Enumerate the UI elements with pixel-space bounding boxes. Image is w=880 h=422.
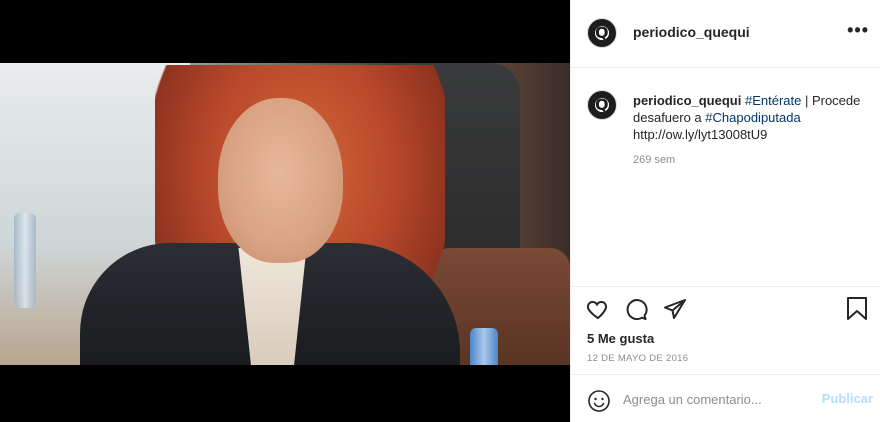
bookmark-icon[interactable] [846, 297, 868, 321]
post-caption: periodico_quequi #Entérate | Procede des… [571, 68, 880, 286]
post-date: 12 DE MAYO DE 2016 [587, 353, 689, 364]
more-options-icon[interactable]: ••• [847, 20, 869, 41]
profile-avatar[interactable] [587, 18, 617, 48]
caption-link[interactable]: http://ow.ly/lyt13008tU9 [633, 127, 767, 142]
publish-button[interactable]: Publicar [822, 391, 873, 406]
caption-username[interactable]: periodico_quequi [633, 93, 741, 108]
photo-water-bottle-right [470, 328, 498, 365]
share-icon[interactable] [663, 297, 687, 321]
emoji-icon[interactable] [587, 389, 611, 418]
caption-avatar[interactable] [587, 90, 617, 120]
comment-bar: Publicar [571, 374, 880, 422]
hashtag-chapodiputada[interactable]: #Chapodiputada [705, 110, 800, 125]
instagram-post: periodico_quequi ••• periodico_quequi #E… [0, 0, 880, 422]
post-photo[interactable] [0, 63, 570, 365]
header-username[interactable]: periodico_quequi [633, 24, 750, 40]
hashtag-enterate[interactable]: #Entérate [745, 93, 801, 108]
comment-input[interactable] [623, 389, 813, 409]
comment-icon[interactable] [624, 297, 648, 321]
heart-icon[interactable] [586, 297, 610, 321]
photo-water-bottle-left [14, 213, 36, 308]
post-header: periodico_quequi ••• [571, 0, 880, 68]
caption-text: periodico_quequi #Entérate | Procede des… [633, 92, 871, 143]
like-count[interactable]: 5 Me gusta [587, 331, 654, 346]
post-side-panel: periodico_quequi ••• periodico_quequi #E… [570, 0, 880, 422]
photo-subject-face [218, 98, 343, 263]
post-media[interactable] [0, 0, 570, 422]
caption-timestamp: 269 sem [633, 154, 676, 166]
